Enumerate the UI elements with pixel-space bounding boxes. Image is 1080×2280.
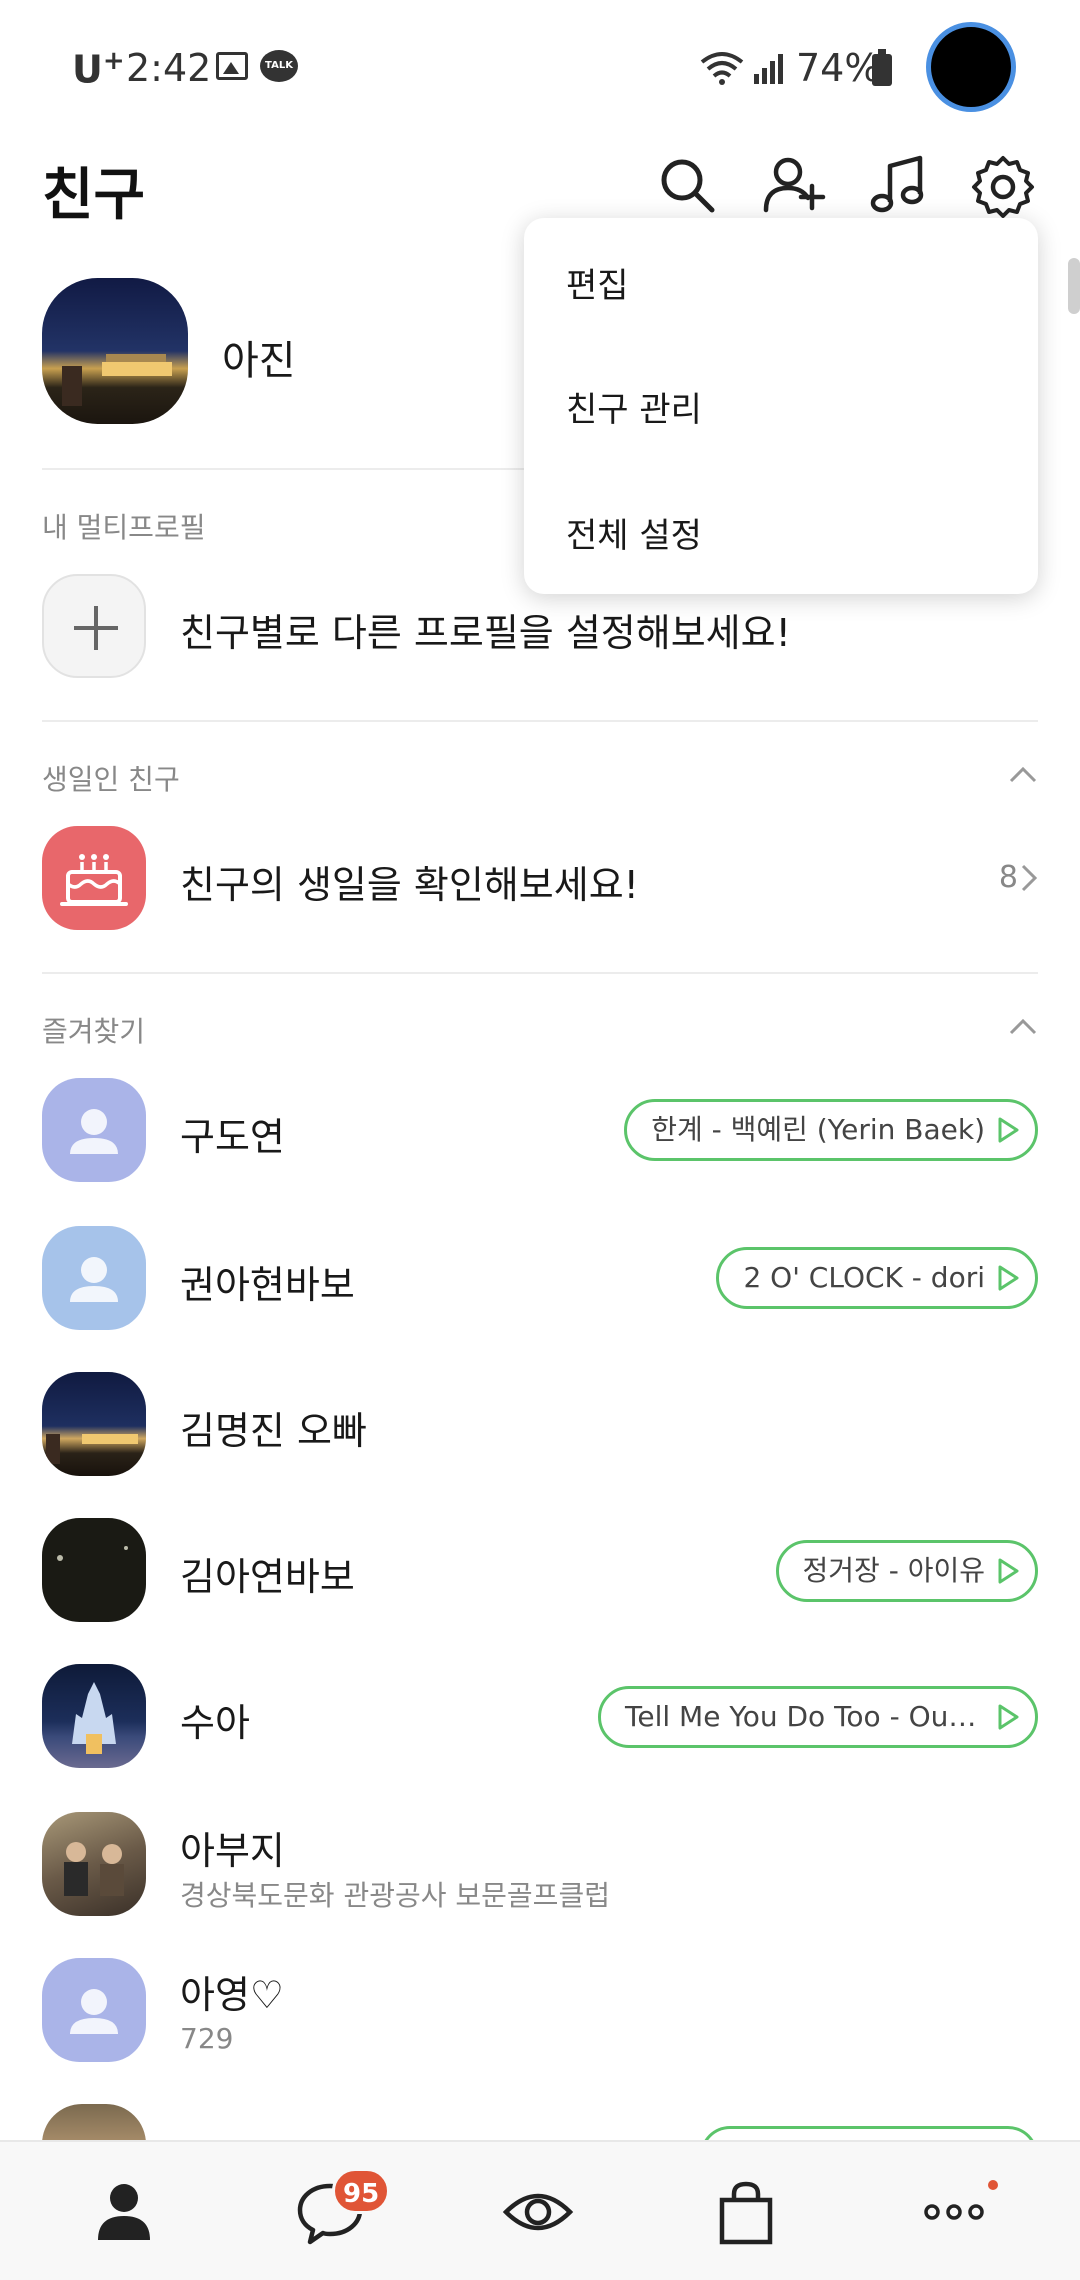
menu-item-manage-friends[interactable]: 친구 관리 (566, 382, 702, 431)
friend-status-message: 경상북도문화 관광공사 보문골프클럽 (180, 1879, 610, 1912)
talk-notification-icon: TALK (260, 50, 298, 82)
bottom-navigation (0, 2140, 1080, 2280)
friend-name: 아영♡ (180, 1973, 284, 2017)
battery-percent: 74% (796, 46, 881, 90)
friend-status-message: 729 (180, 2022, 234, 2055)
status-time: 2:42 (126, 46, 212, 90)
profile-music-pill[interactable]: 한계 - 백예린 (Yerin Baek) (624, 1099, 1038, 1161)
chevron-up-icon[interactable] (1008, 760, 1038, 790)
friend-avatar[interactable] (42, 1518, 146, 1622)
menu-item-edit[interactable]: 편집 (566, 258, 629, 307)
birthday-section-label: 생일인 친구 (42, 763, 180, 796)
status-bar: U+ 2:42 TALK 74% (0, 0, 1080, 130)
search-icon[interactable] (652, 150, 722, 220)
divider (42, 720, 1038, 722)
friend-name: 김아연바보 (180, 1555, 355, 1599)
battery-icon (872, 49, 892, 86)
friend-name: 아부지 (180, 1829, 285, 1873)
plus-icon (74, 606, 118, 650)
settings-dropdown-menu: 편집 친구 관리 전체 설정 (524, 218, 1038, 594)
default-avatar[interactable] (42, 1078, 146, 1182)
page-title: 친구 (42, 163, 146, 228)
menu-item-all-settings[interactable]: 전체 설정 (566, 508, 702, 557)
birthday-count[interactable]: 8 (999, 860, 1018, 895)
default-avatar[interactable] (42, 1226, 146, 1330)
more-tab-icon[interactable] (914, 2172, 994, 2252)
carrier-label: U+ (72, 46, 125, 92)
birthday-cake-icon[interactable] (42, 826, 146, 930)
play-icon (998, 1558, 1019, 1584)
multi-profile-prompt[interactable]: 친구별로 다른 프로필을 설정해보세요! (180, 602, 791, 657)
shopping-tab-icon[interactable] (706, 2172, 786, 2252)
chevron-up-icon[interactable] (1008, 1012, 1038, 1042)
chevron-right-icon[interactable] (1018, 862, 1040, 894)
my-profile-name: 아진 (222, 338, 296, 384)
profile-music-pill[interactable]: 정거장 - 아이유 (775, 1540, 1038, 1602)
profile-music-title: 정거장 - 아이유 (802, 1554, 985, 1587)
profile-music-pill[interactable]: 2 O' CLOCK - dori (716, 1247, 1038, 1309)
add-multi-profile-button[interactable] (42, 574, 146, 678)
friend-name: 권아현바보 (180, 1263, 355, 1307)
my-profile-avatar[interactable] (42, 278, 188, 424)
floating-bubble-avatar[interactable] (926, 22, 1016, 112)
multi-profile-section-label: 내 멀티프로필 (42, 511, 206, 544)
scrollbar[interactable] (1068, 258, 1080, 314)
friend-name: 김명진 오빠 (180, 1409, 367, 1453)
birthday-prompt[interactable]: 친구의 생일을 확인해보세요! (180, 854, 639, 909)
profile-music-title: 한계 - 백예린 (Yerin Baek) (651, 1113, 985, 1146)
view-tab-icon[interactable] (498, 2172, 578, 2252)
play-icon (998, 1265, 1019, 1291)
default-avatar[interactable] (42, 1958, 146, 2062)
image-notification-icon (216, 52, 248, 80)
friend-name: 수아 (180, 1701, 250, 1745)
divider (42, 972, 1038, 974)
profile-music-pill[interactable]: Tell Me You Do Too - OuYa... (598, 1686, 1038, 1748)
friends-tab-icon[interactable] (84, 2172, 164, 2252)
profile-music-title: 2 O' CLOCK - dori (743, 1261, 985, 1294)
wifi-icon (700, 52, 744, 85)
friend-avatar-partial[interactable] (42, 2104, 146, 2144)
friend-avatar[interactable] (42, 1812, 146, 1916)
favorites-section-label: 즐겨찾기 (42, 1015, 146, 1048)
friend-name: 구도연 (180, 1115, 285, 1159)
settings-icon[interactable] (968, 150, 1038, 220)
new-indicator-dot (988, 2180, 998, 2190)
play-icon (998, 1117, 1019, 1143)
signal-icon (754, 54, 783, 84)
profile-music-title: Tell Me You Do Too - OuYa... (625, 1700, 1006, 1733)
friend-avatar[interactable] (42, 1664, 146, 1768)
friend-avatar[interactable] (42, 1372, 146, 1476)
chat-unread-badge: 95 (332, 2168, 391, 2214)
music-icon[interactable] (864, 150, 934, 220)
play-icon (998, 1704, 1019, 1730)
add-friend-icon[interactable] (760, 150, 830, 220)
